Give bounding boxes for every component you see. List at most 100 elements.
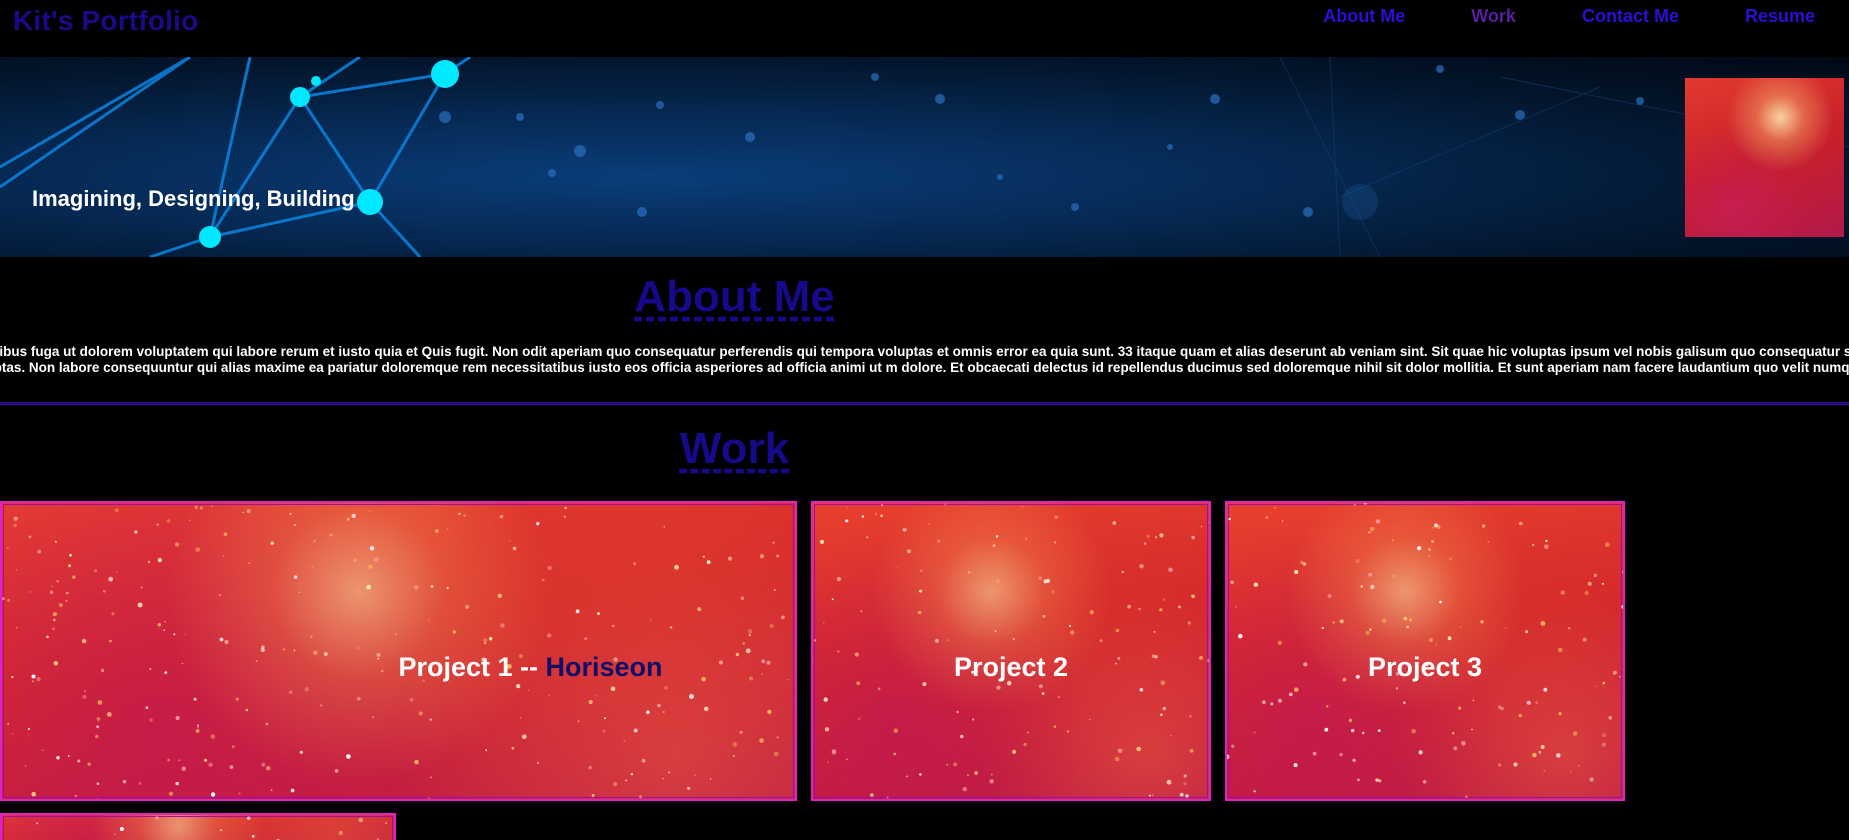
glitter-dot: [1289, 692, 1293, 697]
glitter-dot: [414, 759, 419, 765]
glitter-dot: [1159, 608, 1163, 612]
glitter-dot: [270, 789, 273, 792]
glitter-dot: [906, 549, 912, 554]
glitter-dot: [248, 562, 251, 565]
glitter-dot: [235, 697, 239, 701]
nav-contact-me[interactable]: Contact Me: [1516, 6, 1679, 27]
glitter-dot: [299, 750, 303, 754]
glitter-dot: [989, 779, 994, 784]
glitter-dot: [1230, 580, 1234, 585]
glitter-dot: [1459, 626, 1462, 628]
glitter-dot: [1339, 619, 1344, 624]
glitter-dot: [527, 689, 530, 691]
glitter-dot: [1281, 520, 1284, 522]
glitter-dot: [290, 788, 295, 793]
glitter-dot: [164, 620, 166, 623]
project-card-2[interactable]: Project 2: [811, 501, 1211, 801]
glitter-dot: [577, 720, 580, 722]
glitter-dot: [1570, 771, 1572, 773]
site-logo[interactable]: Kit's Portfolio: [13, 5, 198, 37]
glitter-dot: [223, 532, 228, 536]
glitter-dot: [199, 506, 203, 510]
glitter-dot: [1472, 699, 1474, 701]
glitter-dot: [166, 519, 171, 523]
glitter-dot: [1066, 730, 1070, 733]
glitter-dot: [1115, 628, 1120, 633]
glitter-dot: [919, 773, 922, 776]
glitter-dot: [1428, 555, 1431, 558]
glitter-dot: [1162, 598, 1165, 601]
glitter-dot: [195, 729, 200, 733]
glitter-dot: [197, 724, 199, 726]
glitter-dot: [522, 734, 527, 740]
glitter-dot: [95, 798, 98, 799]
glitter-dot: [114, 508, 119, 513]
glitter-dot: [747, 629, 753, 634]
glitter-dot: [1183, 782, 1187, 786]
glitter-dot: [1370, 526, 1375, 532]
glitter-dot: [1089, 610, 1094, 615]
glitter-dot: [65, 599, 68, 602]
glitter-dot: [1578, 765, 1580, 767]
glitter-dot: [51, 585, 53, 588]
glitter-dot: [870, 793, 874, 797]
glitter-dot: [827, 760, 830, 763]
glitter-dot: [709, 778, 712, 780]
glitter-dot: [351, 513, 357, 519]
profile-image: [1685, 78, 1844, 237]
glitter-dot: [385, 822, 387, 824]
glitter-dot: [1209, 694, 1210, 695]
glitter-dot: [298, 591, 301, 593]
glitter-dot: [1363, 503, 1367, 505]
glitter-dot: [31, 791, 36, 797]
glitter-dot: [463, 514, 466, 517]
glitter-dot: [1498, 763, 1502, 767]
glitter-dot: [781, 615, 785, 620]
nav-about-me[interactable]: About Me: [1257, 6, 1405, 27]
glitter-dot: [1458, 706, 1462, 710]
glitter-dot: [15, 626, 18, 629]
glitter-dot: [49, 590, 54, 595]
glitter-dot: [674, 564, 679, 570]
glitter-dot: [369, 546, 375, 551]
project-card-3[interactable]: Project 3: [1225, 501, 1625, 801]
nav-resume[interactable]: Resume: [1679, 6, 1815, 27]
glitter-dot: [293, 575, 298, 579]
project-2-label: Project 2: [953, 652, 1069, 682]
glitter-dot: [772, 541, 775, 544]
glitter-dot: [1572, 731, 1578, 736]
glitter-dot: [7, 722, 10, 725]
project-card-1[interactable]: Project 1 -- Horiseon: [0, 501, 797, 801]
glitter-dot: [115, 571, 118, 573]
glitter-dot: [429, 718, 432, 721]
glitter-dot: [41, 749, 44, 751]
glitter-dot: [520, 717, 522, 719]
glitter-dot: [1146, 534, 1150, 538]
glitter-dot: [1038, 576, 1043, 581]
project-card-4[interactable]: [0, 813, 396, 840]
glitter-dot: [831, 598, 834, 601]
project-1-link[interactable]: Horiseon: [546, 652, 663, 682]
glitter-dot: [173, 633, 176, 636]
glitter-dot: [56, 756, 60, 760]
glitter-dot: [247, 816, 251, 820]
glitter-dot: [687, 786, 691, 790]
glitter-dot: [1168, 567, 1173, 573]
glitter-dot: [1327, 594, 1332, 599]
glitter-dot: [670, 626, 673, 629]
glitter-dot: [732, 755, 735, 757]
glitter-dot: [1439, 600, 1442, 604]
glitter-dot: [953, 762, 958, 767]
glitter-dot: [418, 711, 423, 716]
glitter-dot: [650, 619, 652, 622]
glitter-dot: [823, 622, 825, 624]
nav-work[interactable]: Work: [1405, 6, 1516, 27]
glitter-dot: [37, 549, 42, 554]
glitter-dot: [1154, 536, 1158, 539]
glitter-dot: [1452, 732, 1455, 735]
glitter-dot: [732, 742, 738, 747]
glitter-dot: [52, 618, 56, 622]
glitter-dot: [845, 519, 849, 523]
glitter-dot: [893, 752, 897, 756]
glitter-dot: [188, 519, 191, 522]
